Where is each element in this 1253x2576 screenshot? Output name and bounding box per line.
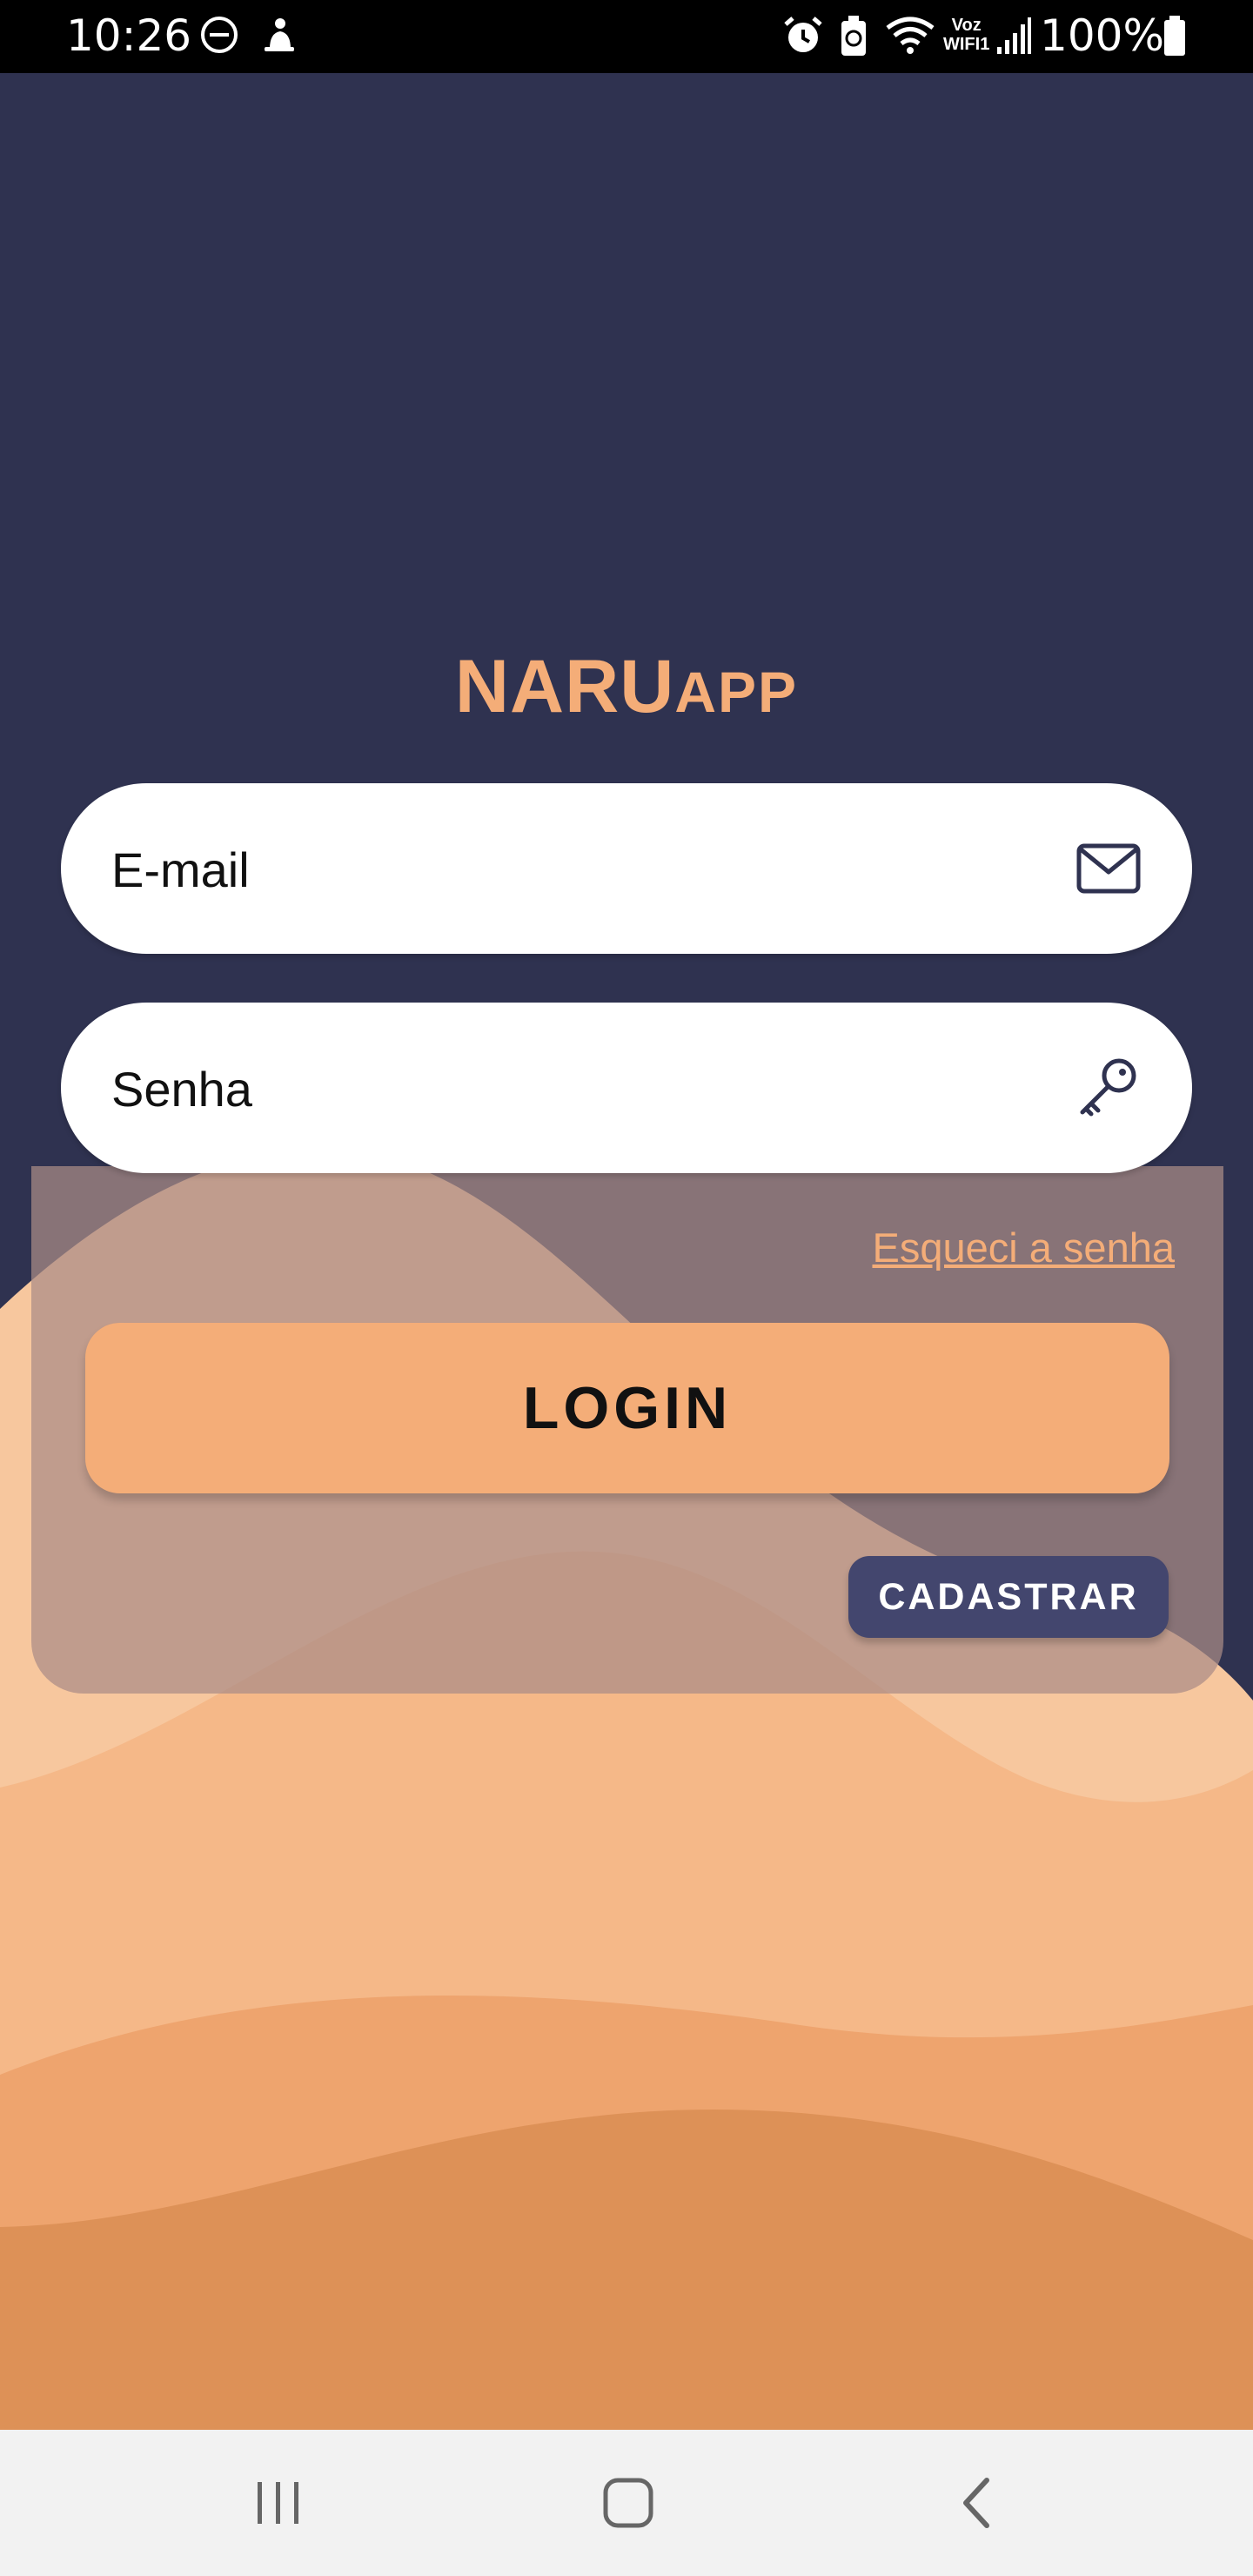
signal-icon bbox=[997, 17, 1031, 54]
password-field[interactable] bbox=[61, 1003, 1192, 1175]
battery-saver-icon bbox=[841, 16, 866, 56]
status-time: 10:26 bbox=[66, 10, 192, 61]
back-icon[interactable] bbox=[943, 2468, 1013, 2538]
recent-apps-icon[interactable] bbox=[244, 2468, 313, 2538]
status-bar: 10:26 Voz WIFI1 100% bbox=[0, 0, 1253, 73]
email-input[interactable] bbox=[110, 783, 1053, 956]
battery-percent: 100% bbox=[1040, 10, 1164, 61]
key-icon bbox=[1080, 1058, 1136, 1117]
logo-main: NARU bbox=[454, 645, 675, 728]
system-nav-bar bbox=[0, 2430, 1253, 2576]
login-button[interactable]: LOGIN bbox=[85, 1323, 1169, 1493]
password-input[interactable] bbox=[110, 1003, 1053, 1175]
alarm-icon bbox=[784, 17, 822, 52]
logo-suffix: APP bbox=[674, 660, 799, 724]
voz-wifi-icon: Voz WIFI1 bbox=[943, 16, 989, 54]
register-button[interactable]: CADASTRAR bbox=[848, 1556, 1169, 1638]
wifi-icon bbox=[886, 17, 935, 54]
voz-label: Voz bbox=[951, 16, 982, 35]
home-icon[interactable] bbox=[593, 2468, 663, 2538]
email-field[interactable] bbox=[61, 783, 1192, 956]
notification-icon bbox=[265, 18, 294, 51]
mail-icon bbox=[1076, 843, 1141, 894]
do-not-disturb-icon bbox=[201, 17, 238, 53]
forgot-password-link[interactable]: Esqueci a senha bbox=[872, 1224, 1175, 1271]
wifi1-label: WIFI1 bbox=[943, 35, 990, 54]
battery-icon bbox=[1164, 16, 1185, 56]
app-logo: NARUAPP bbox=[0, 644, 1253, 730]
